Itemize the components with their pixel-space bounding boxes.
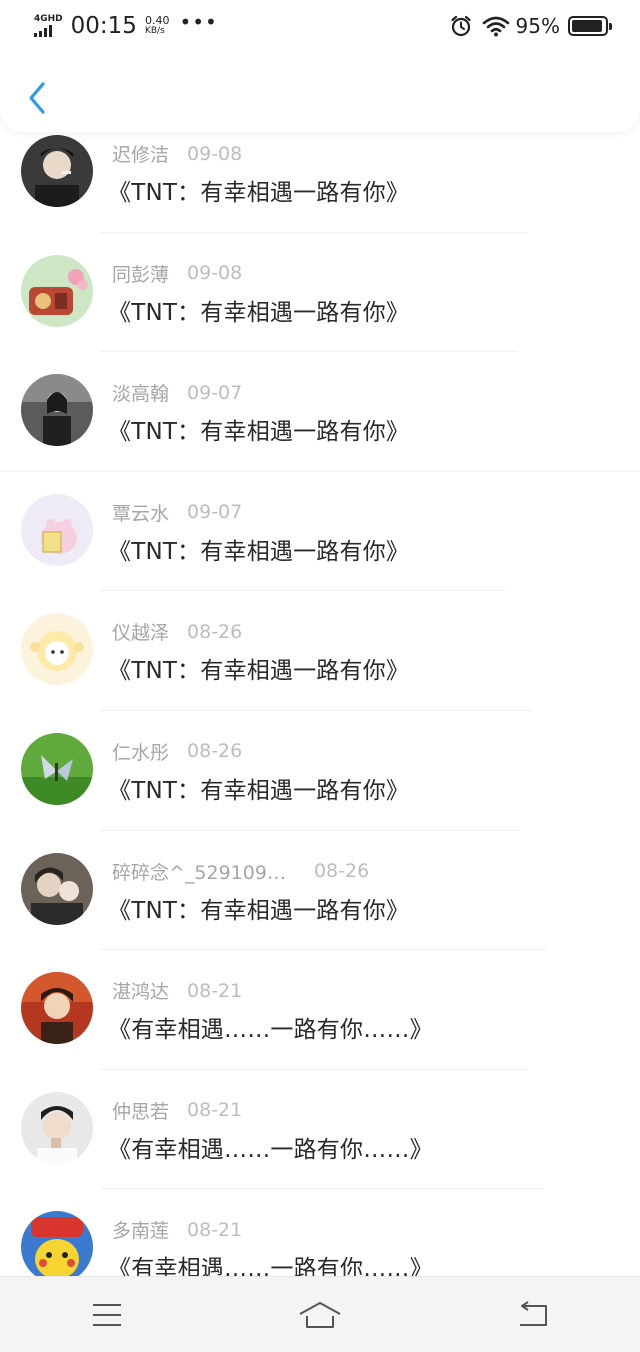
- username[interactable]: 迟修洁: [112, 140, 169, 167]
- avatar[interactable]: [21, 374, 93, 447]
- menu-button[interactable]: [77, 1285, 137, 1345]
- work-title[interactable]: 《TNT：有幸相遇一路有你》: [108, 173, 409, 207]
- row-divider: [100, 709, 532, 711]
- work-title[interactable]: 《TNT：有幸相遇一路有你》: [108, 532, 409, 566]
- comment-list: 迟修洁 09-08 《TNT：有幸相遇一路有你》 同彭薄 09-08 《TNT：有幸相遇一…: [0, 120, 640, 1316]
- post-date: 08-21: [187, 979, 243, 1002]
- post-date: 08-26: [187, 620, 243, 643]
- row-divider: [100, 1188, 544, 1190]
- network-type: 4GHD: [34, 14, 63, 24]
- avatar[interactable]: [21, 972, 93, 1045]
- row-divider: [100, 351, 518, 353]
- work-title[interactable]: 《有幸相遇……一路有你……》: [108, 1130, 433, 1164]
- list-item[interactable]: 仪越泽 08-26 《TNT：有幸相遇一路有你》: [0, 598, 640, 718]
- post-date: 09-07: [187, 381, 243, 404]
- username[interactable]: 仁水彤: [112, 738, 169, 765]
- clock: 00:15: [70, 13, 137, 39]
- return-button[interactable]: [503, 1285, 563, 1345]
- avatar[interactable]: [21, 254, 93, 327]
- post-date: 09-07: [187, 501, 243, 524]
- username[interactable]: 仲思若: [112, 1097, 169, 1124]
- avatar[interactable]: [21, 1091, 93, 1164]
- post-date: 08-26: [313, 860, 370, 883]
- username[interactable]: 湛鸿达: [112, 977, 169, 1004]
- network-speed: 0.40 KB/s: [145, 15, 170, 37]
- system-nav-bar: [0, 1276, 640, 1352]
- status-bar: 4GHD 00:15 0.40 KB/s ••• 95%: [0, 0, 640, 52]
- post-date: 08-21: [187, 1218, 243, 1241]
- home-button[interactable]: [290, 1285, 350, 1345]
- signal-indicator: 4GHD: [34, 15, 63, 37]
- meta-line: 多南莲 08-21: [112, 1216, 242, 1243]
- meta-line: 碎碎念^_529109… 08-26: [112, 858, 369, 885]
- chevron-left-icon: [29, 82, 45, 114]
- list-item[interactable]: 仁水彤 08-26 《TNT：有幸相遇一路有你》: [0, 718, 640, 838]
- row-divider: [0, 470, 640, 472]
- list-item[interactable]: 仲思若 08-21 《有幸相遇……一路有你……》: [0, 1077, 640, 1197]
- avatar[interactable]: [21, 613, 93, 686]
- avatar[interactable]: [21, 852, 93, 925]
- row-divider: [100, 829, 518, 831]
- meta-line: 同彭薄 09-08: [112, 260, 242, 287]
- list-item[interactable]: 碎碎念^_529109… 08-26 《TNT：有幸相遇一路有你》: [0, 838, 640, 958]
- back-button[interactable]: [22, 80, 52, 116]
- meta-line: 淡高翰 09-07: [112, 379, 242, 406]
- battery-percent: 95%: [515, 14, 560, 38]
- list-item[interactable]: 迟修洁 09-08 《TNT：有幸相遇一路有你》: [0, 120, 640, 240]
- username[interactable]: 覃云水: [112, 499, 169, 526]
- list-item[interactable]: 淡高翰 09-07 《TNT：有幸相遇一路有你》: [0, 359, 640, 479]
- speed-unit: KB/s: [144, 26, 165, 36]
- meta-line: 仪越泽 08-26: [112, 618, 242, 645]
- list-item[interactable]: 同彭薄 09-08 《TNT：有幸相遇一路有你》: [0, 240, 640, 360]
- username[interactable]: 碎碎念^_529109…: [112, 858, 286, 885]
- alarm-clock-icon: [450, 15, 471, 37]
- row-divider: [100, 231, 528, 233]
- row-divider: [100, 1068, 528, 1070]
- post-date: 08-26: [187, 740, 243, 763]
- work-title[interactable]: 《TNT：有幸相遇一路有你》: [108, 771, 409, 805]
- signal-bars-icon: [34, 25, 52, 37]
- speed-value: 0.40: [144, 14, 170, 27]
- wifi-icon: [482, 16, 509, 37]
- home-icon: [299, 1301, 341, 1328]
- post-date: 09-08: [187, 262, 243, 285]
- battery-icon: [568, 16, 612, 36]
- battery-level: [572, 20, 603, 32]
- work-title[interactable]: 《TNT：有幸相遇一路有你》: [108, 891, 409, 925]
- work-title[interactable]: 《TNT：有幸相遇一路有你》: [108, 293, 409, 327]
- post-date: 09-08: [187, 142, 243, 165]
- meta-line: 仁水彤 08-26: [112, 738, 242, 765]
- username[interactable]: 仪越泽: [112, 618, 169, 645]
- return-icon: [520, 1300, 548, 1326]
- list-item[interactable]: 湛鸿达 08-21 《有幸相遇……一路有你……》: [0, 957, 640, 1077]
- avatar[interactable]: [21, 1211, 93, 1284]
- username[interactable]: 多南莲: [112, 1216, 169, 1243]
- meta-line: 迟修洁 09-08: [112, 140, 242, 167]
- avatar[interactable]: [21, 732, 93, 805]
- work-title[interactable]: 《有幸相遇……一路有你……》: [108, 1010, 433, 1044]
- post-date: 08-21: [187, 1099, 243, 1122]
- more-notifications-icon: •••: [179, 10, 218, 34]
- list-item[interactable]: 覃云水 09-07 《TNT：有幸相遇一路有你》: [0, 479, 640, 599]
- avatar[interactable]: [21, 135, 93, 207]
- row-divider: [100, 590, 506, 592]
- row-divider: [100, 949, 546, 951]
- work-title[interactable]: 《TNT：有幸相遇一路有你》: [108, 412, 409, 446]
- username[interactable]: 同彭薄: [112, 260, 169, 287]
- meta-line: 仲思若 08-21: [112, 1097, 242, 1124]
- work-title[interactable]: 《TNT：有幸相遇一路有你》: [108, 651, 409, 685]
- meta-line: 湛鸿达 08-21: [112, 977, 242, 1004]
- avatar[interactable]: [21, 493, 93, 566]
- menu-icon: [92, 1303, 121, 1326]
- username[interactable]: 淡高翰: [112, 379, 169, 406]
- meta-line: 覃云水 09-07: [112, 499, 242, 526]
